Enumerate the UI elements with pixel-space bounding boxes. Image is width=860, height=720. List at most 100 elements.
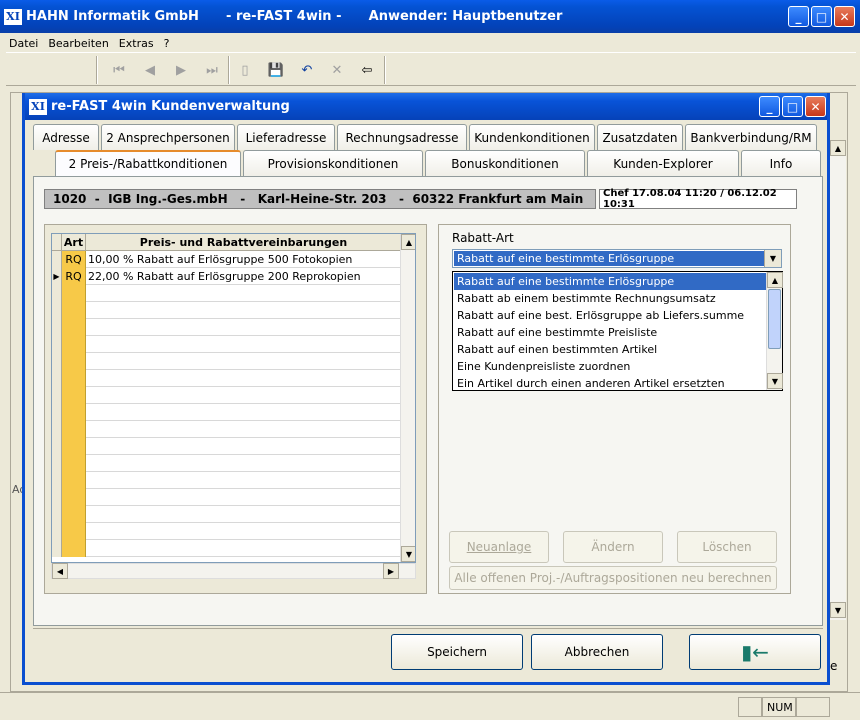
dropdown-option[interactable]: Rabatt auf eine bestimmte Preisliste	[454, 324, 766, 341]
save-icon[interactable]: 💾	[263, 57, 289, 83]
row-selector[interactable]	[52, 370, 62, 387]
scroll-down-icon[interactable]: ▼	[767, 373, 783, 389]
tab-lieferadresse[interactable]: Lieferadresse	[237, 124, 335, 150]
scroll-left-icon[interactable]: ◀	[52, 563, 68, 579]
menu-bearbeiten[interactable]: Bearbeiten	[43, 37, 113, 50]
menu-help[interactable]: ?	[159, 37, 175, 50]
recalculate-button[interactable]: Alle offenen Proj.-/Auftragspositionen n…	[449, 566, 777, 590]
close-icon[interactable]: ✕	[834, 6, 855, 27]
row-selector[interactable]	[52, 319, 62, 336]
table-row[interactable]	[52, 523, 402, 540]
table-row[interactable]: ▶ RQ 22,00 % Rabatt auf Erlösgruppe 200 Re…	[52, 268, 402, 285]
table-row[interactable]	[52, 387, 402, 404]
tab-preis-rabattkonditionen[interactable]: 2 Preis-/Rabattkonditionen	[55, 150, 241, 176]
close-icon[interactable]: ✕	[805, 96, 826, 117]
table-row[interactable]	[52, 438, 402, 455]
grid-header-art[interactable]: Art	[62, 234, 86, 251]
scroll-up-icon[interactable]: ▲	[767, 272, 783, 288]
row-selector[interactable]	[52, 489, 62, 506]
grid-vscroll[interactable]: ▲ ▼	[400, 234, 415, 562]
scroll-up-icon[interactable]: ▲	[830, 140, 846, 156]
menu-datei[interactable]: Datei	[4, 37, 43, 50]
background-scrollbar[interactable]: ▲ ▼	[829, 140, 846, 620]
abbrechen-button[interactable]: Abbrechen	[531, 634, 663, 670]
scroll-down-icon[interactable]: ▼	[830, 602, 846, 618]
row-selector[interactable]	[52, 438, 62, 455]
table-row[interactable]	[52, 302, 402, 319]
table-row[interactable]	[52, 472, 402, 489]
table-row[interactable]	[52, 319, 402, 336]
row-selector[interactable]	[52, 523, 62, 540]
row-selector[interactable]	[52, 336, 62, 353]
tab-ansprechpersonen[interactable]: 2 Ansprechpersonen	[101, 124, 235, 150]
exit-door-icon[interactable]: ⇦	[354, 57, 380, 83]
row-selector[interactable]	[52, 353, 62, 370]
tab-kundenkonditionen[interactable]: Kundenkonditionen	[469, 124, 595, 150]
row-selector[interactable]	[52, 404, 62, 421]
neuanlage-button[interactable]: Neuanlage	[449, 531, 549, 563]
table-row[interactable]	[52, 336, 402, 353]
dropdown-option[interactable]: Ein Artikel durch einen anderen Artikel …	[454, 375, 766, 392]
next-record-icon[interactable]: ▶	[168, 57, 194, 83]
tab-bonuskonditionen[interactable]: Bonuskonditionen	[425, 150, 585, 176]
tab-provisionskonditionen[interactable]: Provisionskonditionen	[243, 150, 423, 176]
first-record-icon[interactable]: ⏮	[106, 57, 132, 83]
last-record-icon[interactable]: ⏭	[199, 57, 225, 83]
scroll-thumb[interactable]	[768, 289, 781, 349]
row-selector[interactable]	[52, 421, 62, 438]
table-row[interactable]	[52, 506, 402, 523]
maximize-icon[interactable]: □	[782, 96, 803, 117]
dropdown-option[interactable]: Rabatt ab einem bestimmte Rechnungsumsat…	[454, 290, 766, 307]
minimize-icon[interactable]: _	[788, 6, 809, 27]
table-row[interactable]: RQ 10,00 % Rabatt auf Erlösgruppe 500 Fot…	[52, 251, 402, 268]
scroll-right-icon[interactable]: ▶	[383, 563, 399, 579]
row-selector[interactable]	[52, 506, 62, 523]
dropdown-option[interactable]: Rabatt auf eine best. Erlösgruppe ab Lie…	[454, 307, 766, 324]
row-selector[interactable]	[52, 387, 62, 404]
row-pointer-icon[interactable]: ▶	[52, 268, 62, 285]
rabatt-art-dropdown-list[interactable]: Rabatt auf eine bestimmte Erlösgruppe Rab…	[452, 271, 783, 391]
chevron-down-icon[interactable]: ▼	[764, 250, 781, 267]
dropdown-option[interactable]: Rabatt auf eine bestimmte Erlösgruppe	[454, 273, 766, 290]
tab-zusatzdaten[interactable]: Zusatzdaten	[597, 124, 683, 150]
tab-info[interactable]: Info	[741, 150, 821, 176]
table-row[interactable]	[52, 370, 402, 387]
exit-button[interactable]: ▮←	[689, 634, 821, 670]
conditions-grid[interactable]: Art Preis- und Rabattvereinbarungen RQ 10…	[51, 233, 416, 563]
grid-hscroll[interactable]: ◀ ▶	[51, 563, 416, 579]
maximize-icon[interactable]: □	[811, 6, 832, 27]
tab-adresse[interactable]: Adresse	[33, 124, 99, 150]
row-selector[interactable]	[52, 285, 62, 302]
prev-record-icon[interactable]: ◀	[137, 57, 163, 83]
scroll-up-icon[interactable]: ▲	[401, 234, 415, 250]
dropdown-option[interactable]: Rabatt auf einen bestimmten Artikel	[454, 341, 766, 358]
table-row[interactable]	[52, 455, 402, 472]
table-row[interactable]	[52, 421, 402, 438]
speichern-button[interactable]: Speichern	[391, 634, 523, 670]
row-selector[interactable]	[52, 455, 62, 472]
table-row[interactable]	[52, 489, 402, 506]
table-row[interactable]	[52, 404, 402, 421]
scroll-down-icon[interactable]: ▼	[401, 546, 415, 562]
table-row[interactable]	[52, 540, 402, 557]
row-selector[interactable]	[52, 251, 62, 268]
undo-icon[interactable]: ↶	[294, 57, 320, 83]
tab-rechnungsadresse[interactable]: Rechnungsadresse	[337, 124, 467, 150]
rabatt-art-select[interactable]: Rabatt auf eine bestimmte Erlösgruppe ▼	[452, 249, 782, 268]
dropdown-scrollbar[interactable]: ▲ ▼	[766, 272, 783, 390]
tab-bankverbindung[interactable]: Bankverbindung/RM	[685, 124, 817, 150]
row-selector[interactable]	[52, 540, 62, 557]
delete-icon[interactable]: ✕	[324, 57, 350, 83]
grid-header-text[interactable]: Preis- und Rabattvereinbarungen	[86, 234, 402, 251]
table-row[interactable]	[52, 353, 402, 370]
row-selector[interactable]	[52, 302, 62, 319]
row-selector[interactable]	[52, 472, 62, 489]
table-row[interactable]	[52, 285, 402, 302]
aendern-button[interactable]: Ändern	[563, 531, 663, 563]
tab-kunden-explorer[interactable]: Kunden-Explorer	[587, 150, 739, 176]
dropdown-option[interactable]: Eine Kundenpreisliste zuordnen	[454, 358, 766, 375]
minimize-icon[interactable]: _	[759, 96, 780, 117]
new-document-icon[interactable]: ▯	[232, 57, 258, 83]
menu-extras[interactable]: Extras	[114, 37, 159, 50]
loeschen-button[interactable]: Löschen	[677, 531, 777, 563]
